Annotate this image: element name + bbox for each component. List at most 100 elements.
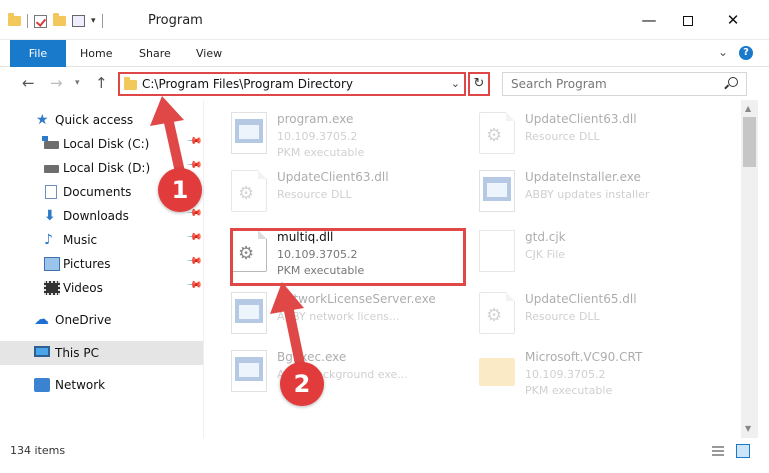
sidebar-item-videos[interactable]: Videos 📌 xyxy=(0,276,203,300)
file-item[interactable]: gtd.cjk CJK File xyxy=(453,222,713,278)
sidebar-item-label: Local Disk (D:) xyxy=(63,161,151,175)
pin-icon[interactable]: 📌 xyxy=(186,133,203,150)
sidebar-item-label: Pictures xyxy=(63,257,111,271)
navigation-bar: ← → ▾ ↑ C:\Program Files\Program Directo… xyxy=(0,67,769,100)
pictures-icon xyxy=(44,257,60,271)
file-item[interactable]: NetworkLicenseServer.exe ABBY network li… xyxy=(205,284,465,340)
sidebar-item-quick-access[interactable]: ★ Quick access xyxy=(0,108,203,132)
file-detail: ABBY network licens... xyxy=(277,310,400,323)
address-dropdown-icon[interactable]: ⌄ xyxy=(451,77,460,90)
folder-icon[interactable] xyxy=(8,13,21,26)
folder-icon xyxy=(124,77,137,90)
vertical-scrollbar[interactable]: ▲ ▼ xyxy=(741,100,758,438)
sidebar-item-music[interactable]: ♪ Music 📌 xyxy=(0,228,203,252)
pin-icon[interactable]: 📌 xyxy=(186,277,203,294)
help-icon[interactable]: ? xyxy=(739,46,753,60)
address-bar[interactable]: C:\Program Files\Program Directory ⌄ xyxy=(118,72,466,96)
file-name: UpdateClient63.dll xyxy=(525,112,637,126)
file-detail: Resource DLL xyxy=(277,188,352,201)
quick-access-toolbar: ▾ xyxy=(8,13,103,28)
file-item[interactable]: UpdateInstaller.exe ABBY updates install… xyxy=(453,162,713,218)
refresh-button[interactable]: ↻ xyxy=(468,72,490,96)
pin-icon[interactable]: 📌 xyxy=(186,229,203,246)
qat-dropdown-icon[interactable]: ▾ xyxy=(91,16,96,26)
file-detail: Resource DLL xyxy=(525,130,600,143)
details-view-icon[interactable] xyxy=(712,446,724,456)
search-input[interactable] xyxy=(511,76,721,92)
tab-share[interactable]: Share xyxy=(139,40,171,67)
file-item[interactable]: UpdateClient63.dll Resource DLL xyxy=(453,104,713,160)
search-box[interactable] xyxy=(502,72,747,96)
file-name: UpdateClient65.dll xyxy=(525,292,637,306)
cloud-icon: ☁ xyxy=(34,310,49,328)
pin-icon[interactable]: 📌 xyxy=(186,253,203,270)
file-icon xyxy=(479,230,515,272)
tab-view[interactable]: View xyxy=(196,40,222,67)
dll-file-icon xyxy=(479,112,515,154)
film-strip-icon xyxy=(44,281,60,295)
exe-file-icon xyxy=(231,350,267,392)
address-path[interactable]: C:\Program Files\Program Directory xyxy=(142,77,353,91)
sidebar-item-pictures[interactable]: Pictures 📌 xyxy=(0,252,203,276)
navigation-pane: ★ Quick access Local Disk (C:) 📌 Local D… xyxy=(0,100,204,438)
tab-file[interactable]: File xyxy=(10,40,66,67)
music-note-icon: ♪ xyxy=(44,232,53,248)
customize-icon[interactable] xyxy=(72,15,85,27)
file-item[interactable]: UpdateClient63.dll Resource DLL xyxy=(205,162,465,218)
recent-locations-button[interactable]: ▾ xyxy=(75,78,80,88)
sidebar-item-network[interactable]: Network xyxy=(0,373,203,397)
file-item[interactable]: BgExec.exe ABBY background exe... xyxy=(205,342,465,398)
file-detail: CJK File xyxy=(525,248,566,261)
maximize-button[interactable] xyxy=(675,9,701,31)
tab-home[interactable]: Home xyxy=(80,40,112,67)
folder-icon xyxy=(479,358,515,386)
separator xyxy=(101,14,103,28)
network-icon xyxy=(34,378,50,392)
sidebar-item-onedrive[interactable]: ☁ OneDrive xyxy=(0,308,203,332)
sidebar-item-label: OneDrive xyxy=(55,313,112,327)
scroll-down-icon[interactable]: ▼ xyxy=(745,424,751,433)
file-detail: Resource DLL xyxy=(525,310,600,323)
status-bar: 134 items xyxy=(0,438,769,473)
sidebar-item-this-pc[interactable]: This PC xyxy=(0,341,203,365)
file-detail: 10.109.3705.2 xyxy=(525,368,606,381)
scroll-thumb[interactable] xyxy=(743,117,756,167)
properties-check-icon[interactable] xyxy=(34,14,47,28)
dll-file-icon xyxy=(231,170,267,212)
sidebar-item-label: Music xyxy=(63,233,98,247)
search-icon[interactable] xyxy=(728,77,738,87)
file-name: gtd.cjk xyxy=(525,230,566,244)
sidebar-item-label: Quick access xyxy=(55,113,134,127)
dll-file-icon xyxy=(479,292,515,334)
expand-ribbon-icon[interactable]: ⌄ xyxy=(718,45,728,59)
download-arrow-icon: ⬇ xyxy=(44,208,56,224)
exe-file-icon xyxy=(231,292,267,334)
file-name: UpdateClient63.dll xyxy=(277,170,389,184)
up-button[interactable]: ↑ xyxy=(95,74,108,92)
sidebar-item-local-disk-c[interactable]: Local Disk (C:) 📌 xyxy=(0,132,203,156)
highlight-box-multiq xyxy=(230,228,466,286)
back-button[interactable]: ← xyxy=(22,74,35,92)
minimize-button[interactable]: — xyxy=(636,9,662,31)
forward-button[interactable]: → xyxy=(50,74,63,92)
file-item[interactable]: Microsoft.VC90.CRT 10.109.3705.2 PKM exe… xyxy=(453,342,713,398)
file-detail: 10.109.3705.2 xyxy=(277,130,358,143)
scroll-up-icon[interactable]: ▲ xyxy=(745,104,751,113)
large-icons-view-icon[interactable] xyxy=(736,444,750,458)
file-item[interactable]: UpdateClient65.dll Resource DLL xyxy=(453,284,713,340)
documents-icon xyxy=(45,185,57,199)
close-button[interactable]: ✕ xyxy=(720,9,746,31)
new-folder-icon[interactable] xyxy=(53,13,66,26)
file-detail: ABBY updates installer xyxy=(525,188,650,201)
file-item[interactable]: program.exe 10.109.3705.2 PKM executable xyxy=(205,104,465,160)
sidebar-item-label: Network xyxy=(55,378,106,392)
exe-file-icon xyxy=(479,170,515,212)
file-name: program.exe xyxy=(277,112,354,126)
window-title: Program xyxy=(148,13,203,28)
annotation-step-1: 1 xyxy=(158,168,202,212)
ribbon: File Home Share View ⌄ ? xyxy=(0,40,769,67)
file-name: BgExec.exe xyxy=(277,350,347,364)
maximize-icon xyxy=(683,15,693,26)
star-icon: ★ xyxy=(36,112,49,128)
file-detail: PKM executable xyxy=(525,384,613,397)
